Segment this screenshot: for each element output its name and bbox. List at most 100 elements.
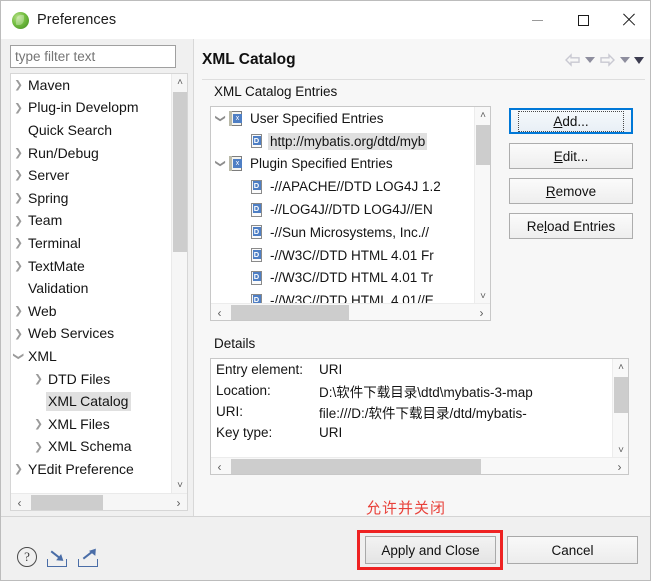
back-history-dropdown-icon[interactable] [585, 57, 595, 63]
catalog-entries-tree[interactable]: xUser Specified EntriesDhttp://mybatis.o… [210, 106, 491, 321]
entries-scroll-thumb[interactable] [476, 125, 490, 165]
details-vertical-scrollbar[interactable]: ˄ ˅ [612, 359, 628, 459]
chevron-right-icon[interactable] [11, 306, 26, 317]
entries-horizontal-scrollbar[interactable]: ‹ › [211, 303, 490, 320]
tree-hscroll-thumb[interactable] [31, 495, 103, 510]
title-bar: Preferences [1, 1, 651, 39]
sidebar-item-dtd-files[interactable]: DTD Files [11, 368, 172, 391]
chevron-right-icon[interactable] [11, 80, 26, 91]
sidebar-item-textmate[interactable]: TextMate [11, 255, 172, 278]
catalog-entry-row[interactable]: D-//Sun Microsystems, Inc.// [211, 221, 490, 244]
sidebar-item-label: Server [26, 166, 72, 185]
chevron-right-icon[interactable] [11, 238, 26, 249]
remove-button[interactable]: Remove [509, 178, 633, 204]
preferences-tree[interactable]: MavenPlug-in DevelopmQuick SearchRun/Deb… [10, 73, 188, 511]
chevron-right-icon[interactable] [31, 442, 46, 453]
sidebar-item-label: YEdit Preference [26, 460, 137, 479]
catalog-entry-row[interactable]: xUser Specified Entries [211, 107, 490, 130]
details-value: URI [319, 362, 342, 377]
catalog-entry-row[interactable]: D-//W3C//DTD HTML 4.01 Tr [211, 267, 490, 290]
chevron-right-icon[interactable] [31, 374, 46, 385]
tree-vertical-scrollbar[interactable]: ˄ ˅ [171, 74, 187, 494]
sidebar-item-validation[interactable]: Validation [11, 277, 172, 300]
sidebar-item-yedit-preference[interactable]: YEdit Preference [11, 458, 172, 481]
chevron-right-icon[interactable] [11, 148, 26, 159]
forward-arrow-svg [599, 53, 616, 67]
tree-horizontal-scrollbar[interactable]: ‹ › [11, 493, 187, 510]
footer-icon-group: ? [17, 547, 99, 567]
sidebar-item-plug-in-developm[interactable]: Plug-in Developm [11, 97, 172, 120]
chevron-right-icon[interactable] [11, 103, 26, 114]
forward-arrow-icon[interactable] [599, 53, 616, 67]
sidebar-item-xml-catalog[interactable]: XML Catalog [11, 390, 172, 413]
entries-scroll-left-button[interactable]: ‹ [211, 304, 228, 321]
edit-button[interactable]: Edit... [509, 143, 633, 169]
details-scroll-right-button[interactable]: › [611, 458, 628, 475]
catalog-entry-row[interactable]: xPlugin Specified Entries [211, 153, 490, 176]
forward-history-dropdown-icon[interactable] [620, 57, 630, 63]
details-horizontal-scrollbar[interactable]: ‹ › [211, 457, 628, 474]
sidebar-item-run-debug[interactable]: Run/Debug [11, 142, 172, 165]
dtd-document-icon: D [250, 179, 264, 194]
tree-scroll-up-button[interactable]: ˄ [172, 74, 188, 91]
dtd-document-icon: D [250, 248, 264, 263]
minimize-button[interactable] [514, 1, 560, 39]
maximize-icon [578, 15, 589, 26]
details-scroll-thumb[interactable] [614, 377, 628, 413]
details-hscroll-thumb[interactable] [231, 459, 481, 474]
sidebar-item-quick-search[interactable]: Quick Search [11, 119, 172, 142]
close-icon [622, 13, 636, 27]
search-input[interactable] [10, 45, 176, 68]
entries-scroll-right-button[interactable]: › [473, 304, 490, 321]
cancel-button[interactable]: Cancel [507, 536, 638, 564]
chevron-right-icon[interactable] [11, 170, 26, 181]
chevron-down-icon[interactable] [211, 158, 229, 169]
sidebar-item-maven[interactable]: Maven [11, 74, 172, 97]
catalog-entry-row[interactable]: Dhttp://mybatis.org/dtd/myb [211, 130, 490, 153]
sidebar-item-xml-files[interactable]: XML Files [11, 413, 172, 436]
sidebar-item-web[interactable]: Web [11, 300, 172, 323]
close-button[interactable] [606, 1, 651, 39]
chevron-down-icon[interactable] [11, 351, 26, 362]
details-panel[interactable]: Entry element:URILocation:D:\软件下载目录\dtd\… [210, 358, 629, 475]
chevron-right-icon[interactable] [11, 464, 26, 475]
catalog-entry-row[interactable]: D-//APACHE//DTD LOG4J 1.2 [211, 175, 490, 198]
export-icon[interactable] [77, 547, 99, 567]
sidebar-item-xml[interactable]: XML [11, 345, 172, 368]
chevron-right-icon[interactable] [11, 261, 26, 272]
entries-vertical-scrollbar[interactable]: ˄ ˅ [474, 107, 490, 305]
details-value: D:\软件下载目录\dtd\mybatis-3-map [319, 381, 533, 401]
tree-scroll-right-button[interactable]: › [170, 494, 187, 511]
sidebar-item-team[interactable]: Team [11, 210, 172, 233]
chevron-right-icon[interactable] [31, 419, 46, 430]
apply-and-close-button[interactable]: Apply and Close [365, 536, 496, 564]
sidebar-item-web-services[interactable]: Web Services [11, 323, 172, 346]
help-icon[interactable]: ? [17, 547, 37, 567]
tree-scroll-down-button[interactable]: ˅ [172, 477, 188, 494]
catalog-entry-row[interactable]: D-//W3C//DTD HTML 4.01 Fr [211, 244, 490, 267]
tree-scroll-left-button[interactable]: ‹ [11, 494, 28, 511]
reload-button[interactable]: Reload Entries [509, 213, 633, 239]
back-arrow-icon[interactable] [564, 53, 581, 67]
tree-scroll-thumb[interactable] [173, 92, 187, 252]
details-scroll-up-button[interactable]: ˄ [613, 359, 629, 376]
sidebar-item-xml-schema[interactable]: XML Schema [11, 436, 172, 459]
add-button[interactable]: Add... [509, 108, 633, 134]
entries-scroll-up-button[interactable]: ˄ [475, 107, 491, 124]
sidebar-item-spring[interactable]: Spring [11, 187, 172, 210]
import-icon[interactable] [46, 547, 68, 567]
sidebar-item-terminal[interactable]: Terminal [11, 232, 172, 255]
maximize-button[interactable] [560, 1, 606, 39]
sidebar-item-label: DTD Files [46, 370, 113, 389]
dtd-document-icon: D [250, 202, 264, 217]
chevron-right-icon[interactable] [11, 329, 26, 340]
catalog-entry-row[interactable]: D-//LOG4J//DTD LOG4J//EN [211, 198, 490, 221]
chevron-right-icon[interactable] [11, 216, 26, 227]
chevron-right-icon[interactable] [11, 193, 26, 204]
details-row: Entry element:URI [211, 359, 628, 380]
chevron-down-icon[interactable] [211, 113, 229, 124]
view-menu-dropdown-icon[interactable] [634, 57, 644, 64]
entries-hscroll-thumb[interactable] [231, 305, 349, 320]
sidebar-item-server[interactable]: Server [11, 164, 172, 187]
details-scroll-left-button[interactable]: ‹ [211, 458, 228, 475]
